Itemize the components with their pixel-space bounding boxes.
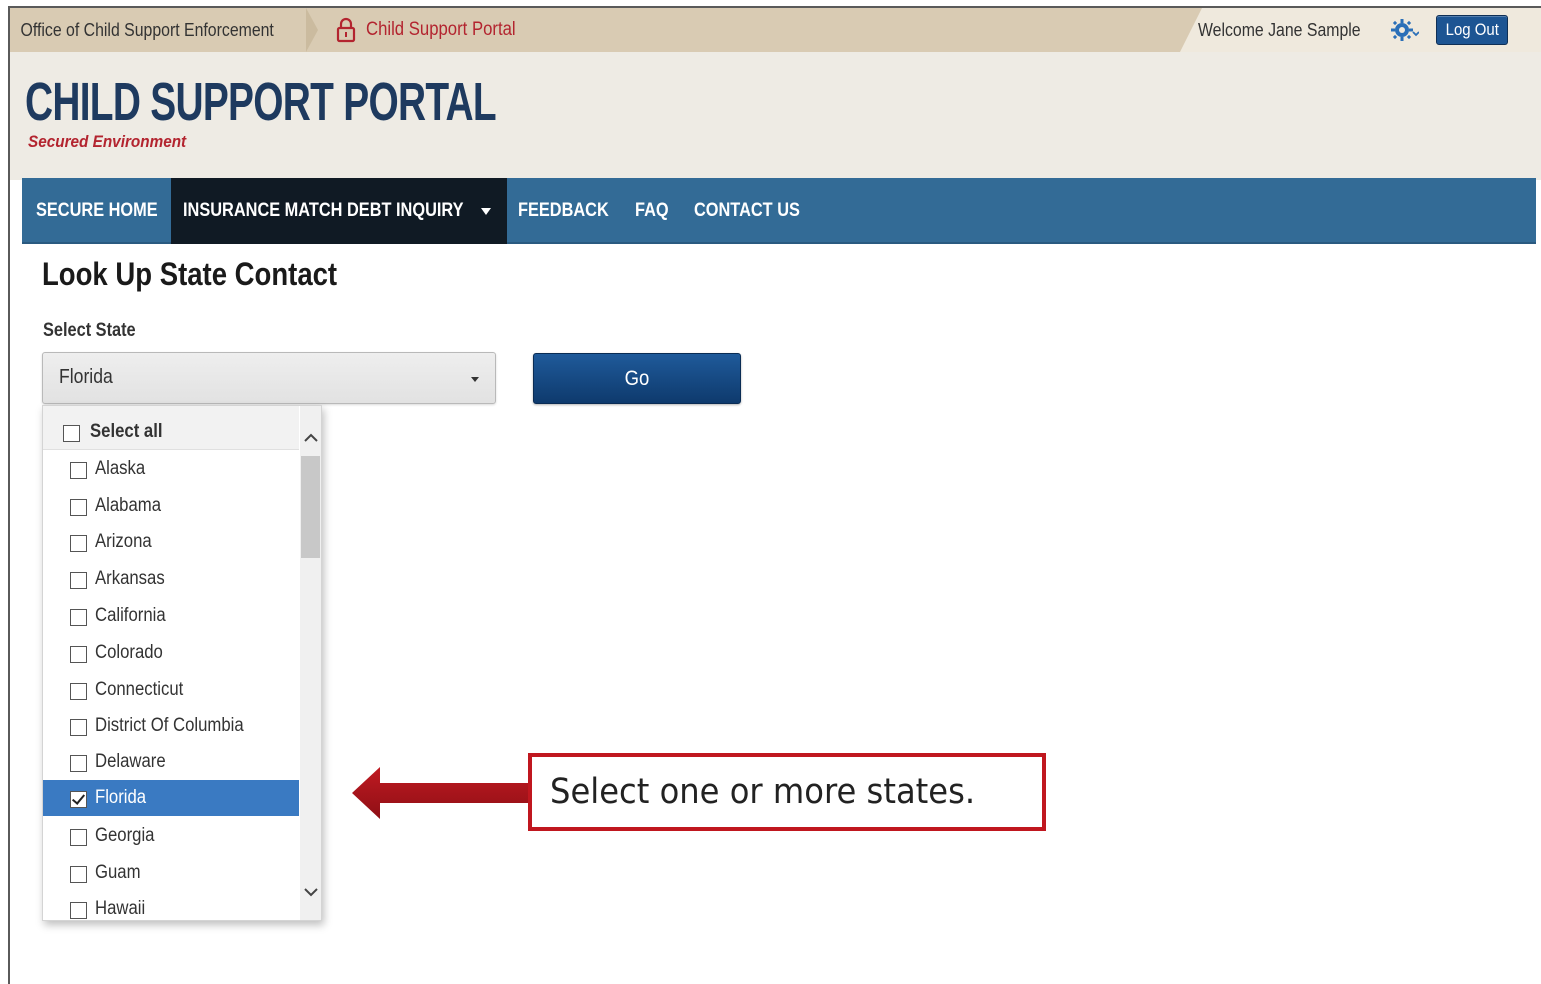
nav-item-feedback[interactable]: FEEDBACK [506, 178, 636, 244]
list-item[interactable]: Alaska [43, 452, 299, 488]
chevron-up-icon[interactable] [303, 430, 319, 446]
list-item[interactable]: Colorado [43, 633, 299, 669]
state-select-value: Florida [59, 366, 113, 388]
breadcrumb-separator [306, 8, 318, 52]
checkbox-icon[interactable] [70, 829, 87, 846]
option-label: Alabama [95, 495, 161, 516]
nav-item-insurance-match[interactable]: INSURANCE MATCH DEBT INQUIRY [171, 178, 507, 244]
option-label: Guam [95, 862, 141, 883]
option-label: California [95, 605, 166, 626]
nav-label: INSURANCE MATCH DEBT INQUIRY [183, 200, 464, 221]
logout-label: Log Out [1445, 20, 1499, 39]
select-state-label: Select State [43, 320, 136, 341]
instruction-callout: Select one or more states. [528, 753, 1046, 831]
list-item[interactable]: Connecticut [43, 670, 299, 706]
callout-text: Select one or more states. [550, 772, 976, 812]
list-item-selected[interactable]: Florida [43, 780, 299, 816]
checkbox-icon[interactable] [63, 425, 80, 442]
welcome-message: Welcome Jane Sample [1198, 8, 1383, 52]
checkbox-icon[interactable] [70, 535, 87, 552]
checkbox-icon[interactable] [70, 902, 87, 919]
welcome-text: Welcome Jane Sample [1198, 19, 1361, 40]
nav-label: FEEDBACK [518, 200, 609, 221]
list-item[interactable]: Delaware [43, 743, 299, 779]
go-label: Go [624, 366, 650, 390]
option-label: Alaska [95, 458, 146, 479]
checkbox-icon[interactable] [70, 719, 87, 736]
checkbox-icon[interactable] [70, 755, 87, 772]
portal-link[interactable]: Child Support Portal [336, 8, 536, 52]
checkbox-icon[interactable] [70, 572, 87, 589]
list-item[interactable]: California [43, 597, 299, 633]
nav-item-faq[interactable]: FAQ [623, 178, 686, 244]
list-item[interactable]: District Of Columbia [43, 706, 299, 742]
option-label: District Of Columbia [95, 715, 244, 736]
option-label: Delaware [95, 751, 166, 772]
go-button[interactable]: Go [533, 353, 741, 404]
scrollbar-thumb[interactable] [301, 456, 320, 558]
list-item[interactable]: Arkansas [43, 560, 299, 596]
list-item[interactable]: Georgia [43, 816, 299, 852]
chevron-down-icon [471, 377, 479, 382]
option-label: Georgia [95, 825, 155, 846]
portal-label: Child Support Portal [366, 19, 516, 40]
nav-label: SECURE HOME [36, 200, 158, 221]
checkbox-icon[interactable] [70, 462, 87, 479]
checkbox-icon[interactable] [70, 866, 87, 883]
state-select[interactable]: Florida [42, 352, 496, 404]
nav-item-secure-home[interactable]: SECURE HOME [24, 178, 172, 244]
arrow-left-icon [352, 767, 532, 819]
nav-label: FAQ [635, 200, 669, 221]
list-item[interactable]: Arizona [43, 524, 299, 560]
chevron-down-icon[interactable] [303, 884, 319, 900]
checkbox-icon[interactable] [70, 499, 87, 516]
lock-icon [336, 17, 356, 43]
checkbox-icon[interactable] [70, 646, 87, 663]
gear-icon[interactable] [1391, 18, 1419, 42]
option-label: Colorado [95, 642, 163, 663]
option-label: Hawaii [95, 898, 146, 919]
nav-item-contact-us[interactable]: CONTACT US [682, 178, 829, 244]
option-label: Florida [95, 787, 147, 808]
checkbox-icon[interactable] [70, 791, 87, 808]
page-title: Look Up State Contact [42, 256, 338, 292]
list-item[interactable]: Guam [43, 853, 299, 889]
select-all-row[interactable]: Select all [43, 406, 299, 450]
option-label: Connecticut [95, 679, 184, 700]
checkbox-icon[interactable] [70, 609, 87, 626]
logout-button[interactable]: Log Out [1436, 15, 1508, 45]
option-label: Arkansas [95, 568, 165, 589]
option-label: Arizona [95, 531, 152, 552]
site-subtitle: Secured Environment [28, 132, 187, 151]
state-dropdown: Select all Alaska Alabama Arizona Arkans… [42, 405, 322, 921]
checkbox-icon[interactable] [70, 683, 87, 700]
list-item[interactable]: Hawaii [43, 889, 299, 920]
office-link[interactable]: Office of Child Support Enforcement [10, 8, 274, 52]
chevron-down-icon [481, 207, 492, 215]
site-title: CHILD SUPPORT PORTAL [25, 72, 497, 132]
select-all-label: Select all [90, 421, 163, 442]
nav-label: CONTACT US [694, 200, 800, 221]
list-item[interactable]: Alabama [43, 488, 299, 524]
